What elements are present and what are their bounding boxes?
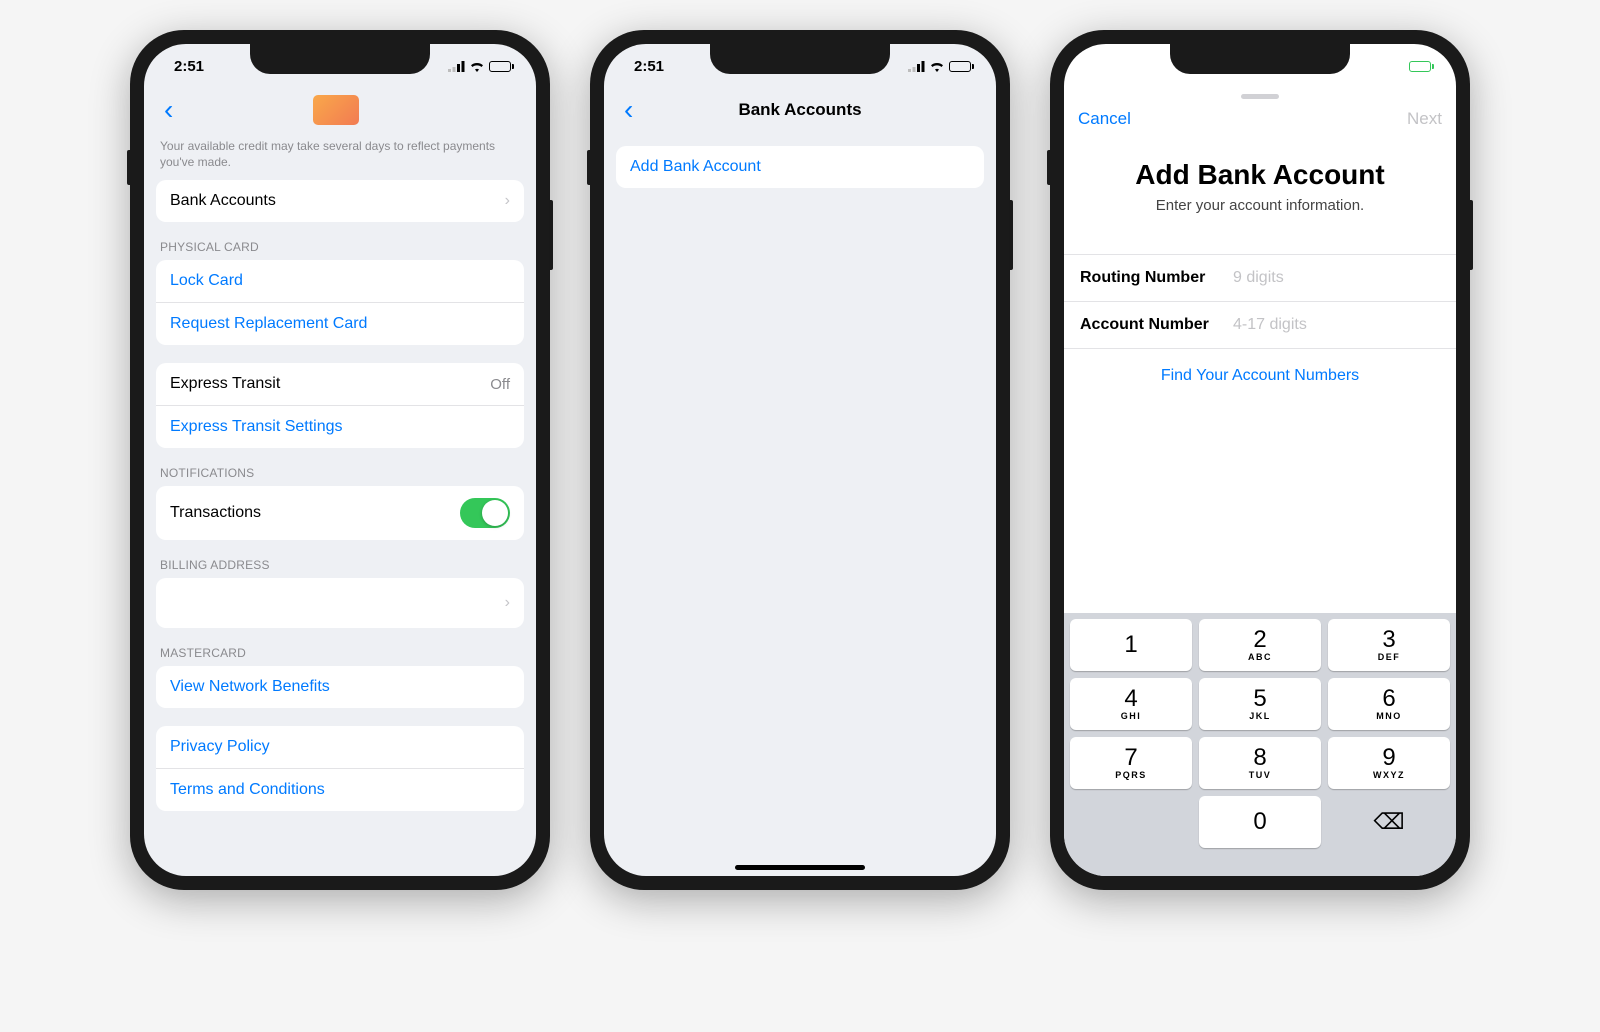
nav-title: Bank Accounts [604,100,996,120]
chevron-right-icon: › [505,594,510,612]
express-transit-value: Off [490,376,510,393]
wifi-icon [929,61,945,72]
battery-icon [489,61,514,72]
account-number-row: Account Number [1064,302,1456,349]
terms-label: Terms and Conditions [170,781,325,799]
back-button[interactable]: ‹ [158,94,179,126]
add-bank-account-row[interactable]: Add Bank Account [616,146,984,188]
back-button[interactable]: ‹ [618,94,639,126]
network-benefits-row[interactable]: View Network Benefits [156,666,524,708]
routing-number-row: Routing Number [1064,255,1456,302]
home-indicator[interactable] [735,865,865,870]
nav-bar: ‹ Bank Accounts [604,88,996,132]
terms-row[interactable]: Terms and Conditions [156,768,524,811]
bank-accounts-row[interactable]: Bank Accounts › [156,180,524,222]
privacy-policy-row[interactable]: Privacy Policy [156,726,524,768]
mastercard-header: MASTERCARD [144,628,536,666]
express-transit-label: Express Transit [170,375,280,393]
card-thumbnail-icon [313,95,359,125]
notch [710,44,890,74]
settings-content[interactable]: Your available credit may take several d… [144,132,536,876]
key-4[interactable]: 4GHI [1070,678,1192,730]
numeric-keypad: 1 2ABC 3DEF 4GHI 5JKL 6MNO 7PQRS 8TUV 9W… [1064,613,1456,876]
chevron-right-icon: › [505,192,510,210]
signal-icon [448,61,465,72]
signal-icon [908,61,925,72]
notch [1170,44,1350,74]
cancel-button[interactable]: Cancel [1078,109,1131,129]
billing-address-header: BILLING ADDRESS [144,540,536,578]
key-backspace[interactable]: ⌫ [1328,796,1450,848]
screen-2: 2:51 ‹ Bank Accounts Add [604,44,996,876]
key-6[interactable]: 6MNO [1328,678,1450,730]
sheet-title: Add Bank Account [1064,159,1456,191]
bank-accounts-label: Bank Accounts [170,192,276,210]
express-transit-settings-label: Express Transit Settings [170,418,343,436]
find-account-numbers-link[interactable]: Find Your Account Numbers [1064,367,1456,385]
privacy-policy-label: Privacy Policy [170,738,270,756]
physical-card-header: PHYSICAL CARD [144,222,536,260]
screen-1: 2:51 ‹ Your available credit may take se… [144,44,536,876]
transactions-toggle[interactable] [460,498,510,528]
status-icons [448,61,514,72]
transactions-label: Transactions [170,504,261,522]
next-button[interactable]: Next [1407,109,1442,129]
routing-number-input[interactable] [1233,269,1440,287]
phone-frame-3: Cancel Next Add Bank Account Enter your … [1050,30,1470,890]
request-replacement-label: Request Replacement Card [170,315,367,333]
battery-icon [949,61,974,72]
key-0[interactable]: 0 [1199,796,1321,848]
express-transit-settings-row[interactable]: Express Transit Settings [156,405,524,448]
key-2[interactable]: 2ABC [1199,619,1321,671]
account-number-input[interactable] [1233,316,1440,334]
network-benefits-label: View Network Benefits [170,678,330,696]
backspace-icon: ⌫ [1373,809,1404,835]
bank-accounts-content: Add Bank Account [604,132,996,876]
request-replacement-row[interactable]: Request Replacement Card [156,302,524,345]
sheet-nav-bar: Cancel Next [1064,99,1456,139]
status-time: 2:51 [634,58,664,75]
add-bank-content: Add Bank Account Enter your account info… [1064,139,1456,876]
transactions-row: Transactions [156,486,524,540]
routing-number-label: Routing Number [1080,269,1233,287]
key-8[interactable]: 8TUV [1199,737,1321,789]
status-icons [1409,61,1434,72]
add-bank-account-label: Add Bank Account [630,158,761,176]
key-3[interactable]: 3DEF [1328,619,1450,671]
phone-frame-1: 2:51 ‹ Your available credit may take se… [130,30,550,890]
key-blank [1070,796,1192,848]
key-9[interactable]: 9WXYZ [1328,737,1450,789]
account-number-label: Account Number [1080,316,1233,334]
wifi-icon [469,61,485,72]
credit-helper-text: Your available credit may take several d… [144,132,536,180]
notch [250,44,430,74]
lock-card-row[interactable]: Lock Card [156,260,524,302]
express-transit-row[interactable]: Express Transit Off [156,363,524,405]
battery-icon [1409,61,1434,72]
nav-bar: ‹ [144,88,536,132]
status-time: 2:51 [174,58,204,75]
key-1[interactable]: 1 [1070,619,1192,671]
key-5[interactable]: 5JKL [1199,678,1321,730]
billing-address-row[interactable]: › [156,578,524,628]
sheet-subtitle: Enter your account information. [1064,197,1456,214]
lock-card-label: Lock Card [170,272,243,290]
status-icons [908,61,974,72]
phone-frame-2: 2:51 ‹ Bank Accounts Add [590,30,1010,890]
key-7[interactable]: 7PQRS [1070,737,1192,789]
screen-3: Cancel Next Add Bank Account Enter your … [1064,44,1456,876]
notifications-header: NOTIFICATIONS [144,448,536,486]
